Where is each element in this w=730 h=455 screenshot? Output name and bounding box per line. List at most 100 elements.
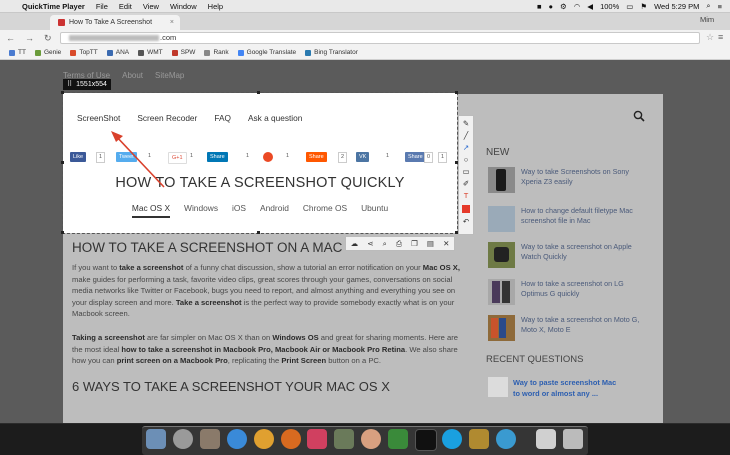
copy-icon[interactable]: ❐ [411,239,418,248]
text-icon[interactable]: T [459,190,473,201]
browser-tab[interactable]: How To Take A Screenshot × [50,15,180,30]
safari-icon[interactable] [227,429,247,449]
volume-icon[interactable]: ◀ [587,2,593,11]
profile-name[interactable]: Mim [700,15,714,24]
tab-close-icon[interactable]: × [170,19,174,26]
sidebar-post[interactable]: Way to take a screenshot on Moto G, Moto… [488,315,653,345]
stumbleupon-icon[interactable] [263,152,273,162]
share-icon[interactable]: ⋖ [367,239,373,248]
flag-icon[interactable]: ⚑ [640,2,647,11]
notifications-icon[interactable]: ≡ [718,2,722,11]
resize-handle[interactable] [61,231,64,234]
reload-icon[interactable]: ↻ [44,33,52,44]
line-icon[interactable]: ╱ [459,130,473,141]
rectangle-icon[interactable]: ▭ [459,166,473,177]
ellipse-icon[interactable]: ○ [459,154,473,165]
pencil-icon[interactable]: ✎ [459,118,473,129]
airmail-icon[interactable] [307,429,327,449]
nav-sitemap[interactable]: SiteMap [155,71,184,80]
menu-view[interactable]: View [143,2,159,11]
bookmark-star-icon[interactable]: ☆ [706,32,714,43]
recent-question-link[interactable]: Way to paste screenshot Mac to word or a… [513,377,623,399]
bookmark-item[interactable]: Genie [34,49,61,56]
bookmark-item[interactable]: Rank [204,49,229,56]
chrome-icon[interactable] [254,429,274,449]
downloads-icon[interactable] [536,429,556,449]
bookmark-item[interactable]: ANA [106,49,129,56]
address-bar[interactable]: .com [60,32,700,44]
post-title[interactable]: Way to take Screenshots on Sony Xperia Z… [521,167,651,187]
site-search-icon[interactable] [633,110,645,124]
marker-icon[interactable]: ✐ [459,178,473,189]
reddit-share-button[interactable]: Share [306,152,327,162]
color-picker-icon[interactable] [459,203,473,214]
gplus-button[interactable]: G+1 [168,152,187,164]
resize-handle[interactable] [455,91,458,94]
firefox-icon[interactable] [281,429,301,449]
nav-screenshot[interactable]: ScreenShot [77,113,120,123]
battery-percent[interactable]: 100% [600,2,619,11]
bookmark-item[interactable]: WMT [138,49,163,56]
bookmark-item[interactable]: SPW [171,49,195,56]
back-icon[interactable]: ← [6,33,15,43]
trash-icon[interactable] [563,429,583,449]
app-icon[interactable] [361,429,381,449]
record-icon[interactable]: ● [548,2,553,11]
tab-android[interactable]: Android [260,203,289,218]
settings-icon[interactable]: ⚙ [560,2,567,11]
linkedin-share-button[interactable]: Share [207,152,228,162]
battery-icon[interactable]: ▭ [626,2,633,11]
facebook-like-button[interactable]: Like [70,152,87,162]
facebook-share-button[interactable]: Share [405,152,426,162]
print-icon[interactable]: ⎙ [396,239,402,249]
launchpad-icon[interactable] [173,429,193,449]
wifi-icon[interactable]: ◠ [574,2,581,11]
tab-chrome-os[interactable]: Chrome OS [303,203,347,218]
resize-handle[interactable] [61,91,64,94]
app-icon[interactable] [334,429,354,449]
undo-icon[interactable]: ↶ [459,216,473,227]
sidebar-post[interactable]: How to take a screenshot on LG Optimus G… [488,279,653,309]
sidebar-post[interactable]: Way to take Screenshots on Sony Xperia Z… [488,167,653,197]
arrow-tool-icon[interactable]: ↗ [459,142,473,153]
nav-screen-recoder[interactable]: Screen Recoder [137,113,197,123]
nav-ask-question[interactable]: Ask a question [248,113,302,123]
app-icon[interactable] [496,429,516,449]
clock[interactable]: Wed 5:29 PM [654,2,699,11]
bookmark-item[interactable]: Bing Translator [305,49,358,56]
upload-icon[interactable]: ☁ [351,239,359,248]
sidebar-post[interactable]: Way to take a screenshot on Apple Watch … [488,242,653,272]
tab-mac-os-x[interactable]: Mac OS X [131,203,171,218]
finder-icon[interactable] [146,429,166,449]
app-icon[interactable] [469,429,489,449]
bookmark-item[interactable]: TT [9,49,26,56]
search-similar-icon[interactable]: ⌕ [383,239,387,249]
bookmark-item[interactable]: Google Translate [237,49,296,56]
photo-app-icon[interactable] [200,429,220,449]
stop-recording-icon[interactable]: ■ [537,2,542,11]
post-title[interactable]: How to change default filetype Mac scree… [521,206,651,226]
forward-icon[interactable]: → [25,33,34,43]
resize-handle[interactable] [61,161,64,164]
menu-edit[interactable]: Edit [119,2,132,11]
resize-handle[interactable] [257,91,260,94]
post-title[interactable]: How to take a screenshot on LG Optimus G… [521,279,651,299]
save-icon[interactable]: ▤ [427,239,434,248]
menu-help[interactable]: Help [208,2,223,11]
search-icon[interactable]: ⌕ [706,1,710,11]
bookmark-item[interactable]: TopTT [70,49,98,56]
post-title[interactable]: Way to take a screenshot on Moto G, Moto… [521,315,651,335]
nav-faq[interactable]: FAQ [214,113,231,123]
evernote-icon[interactable] [388,429,408,449]
menu-window[interactable]: Window [170,2,197,11]
tab-ios[interactable]: iOS [232,203,246,218]
sidebar-post[interactable]: How to change default filetype Mac scree… [488,206,653,236]
skype-icon[interactable] [442,429,462,449]
vk-share-button[interactable]: VK [356,152,370,162]
post-title[interactable]: Way to take a screenshot on Apple Watch … [521,242,651,262]
app-menu[interactable]: QuickTime Player [22,2,85,11]
nav-about[interactable]: About [122,71,143,80]
tab-windows[interactable]: Windows [184,203,218,218]
close-icon[interactable]: ✕ [443,239,449,248]
menu-file[interactable]: File [96,2,108,11]
